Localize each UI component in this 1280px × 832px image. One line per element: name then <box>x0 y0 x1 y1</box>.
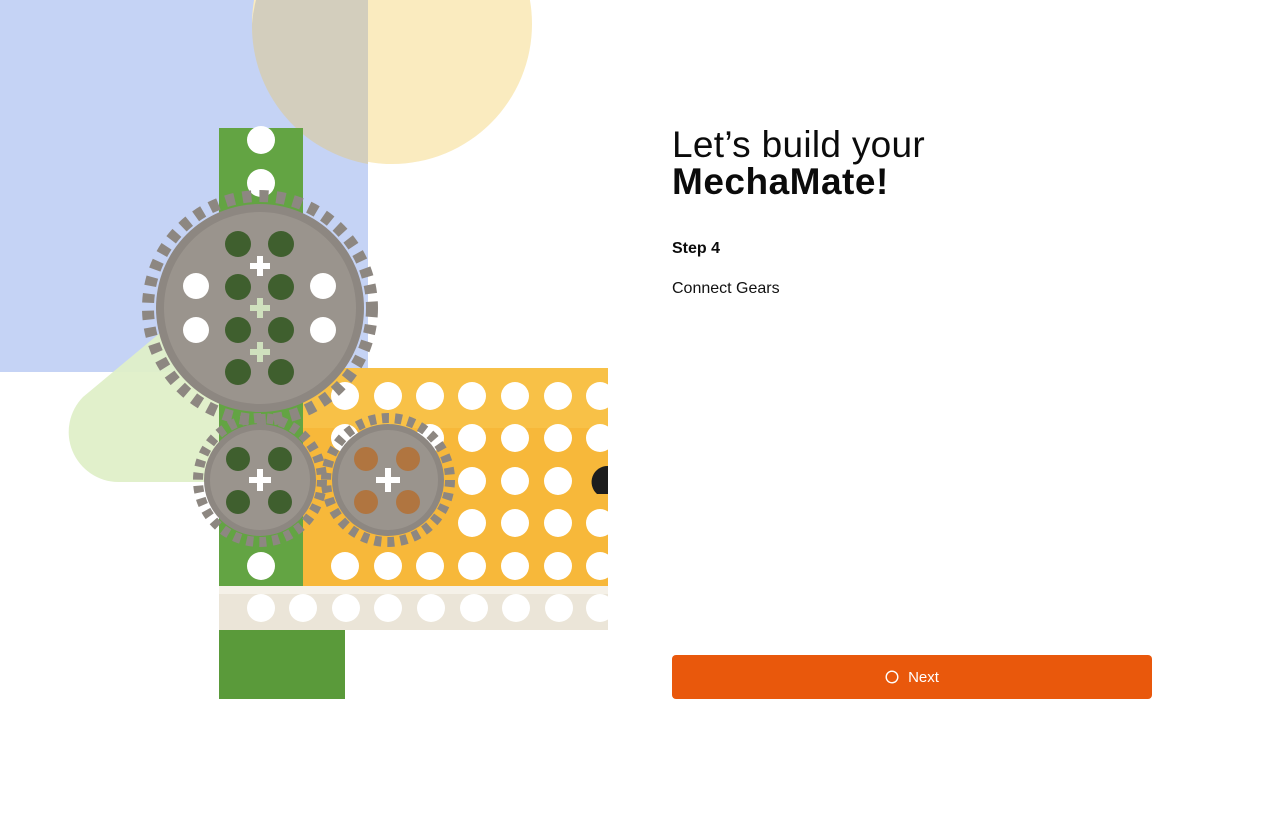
circle-loading-icon <box>885 670 899 684</box>
onboarding-screen: Let’s build your MechaMate! Step 4 Conne… <box>0 0 1280 832</box>
white-brick <box>219 586 614 630</box>
step-description: Connect Gears <box>672 280 780 297</box>
page-title-line1: Let’s build your <box>672 124 925 165</box>
page-title-product-name: MechaMate! <box>672 161 889 202</box>
mechamate-illustration <box>0 0 640 832</box>
instructions-panel: Let’s build your MechaMate! Step 4 Conne… <box>672 126 1152 298</box>
page-title: Let’s build your MechaMate! <box>672 126 1152 200</box>
next-button-label: Next <box>908 668 939 686</box>
step-title: Step 4 <box>672 240 721 257</box>
next-button[interactable]: Next <box>672 655 1152 699</box>
